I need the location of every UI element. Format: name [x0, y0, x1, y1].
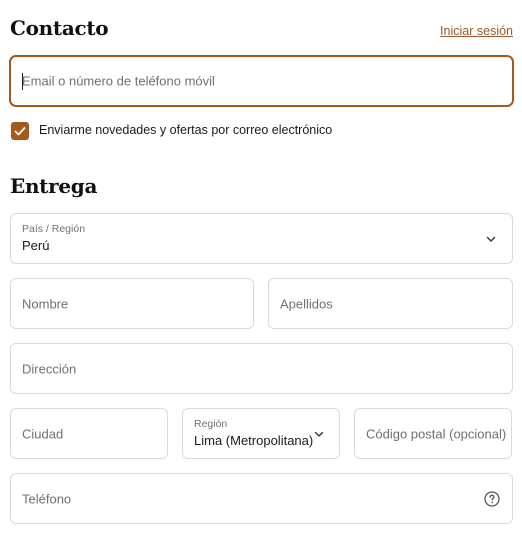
- email-field[interactable]: Email o número de teléfono móvil: [9, 55, 514, 107]
- check-icon: [14, 127, 26, 136]
- phone-field[interactable]: Teléfono: [10, 473, 513, 524]
- newsletter-label: Enviarme novedades y ofertas por correo …: [39, 123, 333, 137]
- email-placeholder: Email o número de teléfono móvil: [22, 73, 215, 89]
- country-select[interactable]: País / Región Perú: [10, 213, 513, 264]
- chevron-down-icon: [486, 236, 496, 242]
- region-select[interactable]: Región Lima (Metropolitana): [182, 408, 340, 459]
- last-name-placeholder: Apellidos: [280, 296, 333, 311]
- country-value: Perú: [22, 238, 50, 253]
- login-link[interactable]: Iniciar sesión: [440, 24, 513, 38]
- address-field[interactable]: Dirección: [10, 343, 513, 394]
- country-label: País / Región: [22, 223, 86, 235]
- first-name-field[interactable]: Nombre: [10, 278, 254, 329]
- region-value: Lima (Metropolitana): [194, 433, 314, 448]
- postal-code-field[interactable]: Código postal (opcional): [354, 408, 512, 459]
- first-name-placeholder: Nombre: [22, 296, 69, 311]
- postal-code-placeholder: Código postal (opcional): [366, 426, 507, 441]
- newsletter-checkbox[interactable]: [11, 122, 29, 140]
- contact-heading: Contacto: [10, 16, 109, 40]
- region-label: Región: [194, 418, 228, 430]
- last-name-field[interactable]: Apellidos: [268, 278, 513, 329]
- chevron-down-icon: [314, 431, 324, 437]
- phone-placeholder: Teléfono: [22, 491, 72, 506]
- delivery-heading: Entrega: [10, 174, 98, 198]
- address-placeholder: Dirección: [22, 361, 77, 376]
- city-field[interactable]: Ciudad: [10, 408, 168, 459]
- help-circle-icon[interactable]: [484, 490, 500, 507]
- city-placeholder: Ciudad: [22, 426, 64, 441]
